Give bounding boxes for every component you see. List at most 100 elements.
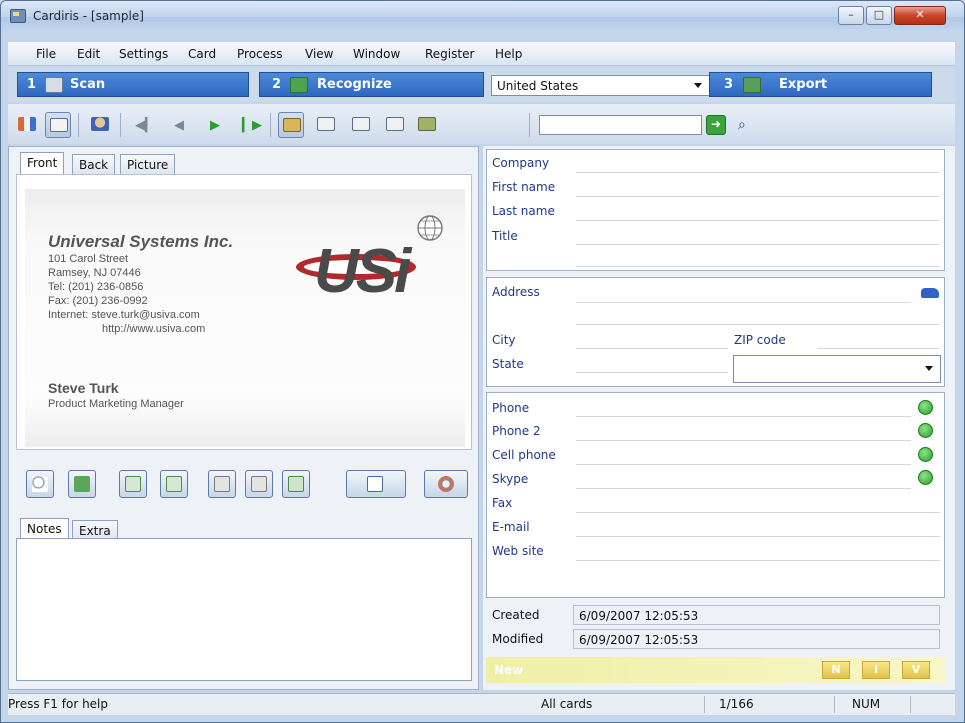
phone-field[interactable] — [576, 416, 911, 417]
first-card-button[interactable]: ◀▎ — [128, 112, 155, 138]
view-mode-2-button[interactable] — [348, 112, 374, 138]
tab-notes[interactable]: Notes — [20, 518, 69, 540]
i-button[interactable]: I — [862, 661, 890, 679]
menu-view[interactable]: View — [305, 47, 333, 61]
transfer-button[interactable] — [346, 470, 406, 498]
country-select[interactable]: United States — [491, 75, 710, 96]
maximize-button[interactable]: □ — [866, 6, 892, 25]
notes-field[interactable] — [16, 538, 472, 681]
address-field[interactable] — [576, 302, 911, 303]
menu-window[interactable]: Window — [353, 47, 400, 61]
close-button[interactable]: ✕ — [894, 6, 946, 25]
go-button[interactable]: ➜ — [706, 115, 726, 135]
state-field[interactable] — [576, 372, 728, 373]
find-button[interactable]: ⌕ — [734, 114, 760, 140]
tab-front[interactable]: Front — [20, 152, 65, 174]
menu-register[interactable]: Register — [425, 47, 474, 61]
address-field-2[interactable] — [576, 324, 940, 325]
contact-button[interactable] — [87, 112, 113, 138]
next-card-button[interactable]: ▶ — [201, 112, 227, 138]
view-mode-1-button[interactable] — [313, 112, 339, 138]
fit-icon — [166, 476, 182, 492]
last-card-button[interactable]: ▎▶ — [236, 112, 262, 138]
person-delete-icon — [438, 476, 454, 492]
fax-field[interactable] — [576, 512, 940, 513]
menu-settings[interactable]: Settings — [119, 47, 168, 61]
tab-extra[interactable]: Extra — [72, 520, 118, 540]
title-bar: Cardiris - [sample] – □ ✕ — [1, 1, 964, 33]
cell-phone-field[interactable] — [576, 464, 911, 465]
delete-button[interactable] — [424, 470, 468, 498]
map-button[interactable] — [414, 112, 440, 138]
rotate-left-button[interactable] — [208, 470, 236, 498]
step-bar: 1 Scan 2 Recognize United States 3 Expor… — [8, 68, 955, 102]
first-name-field[interactable] — [576, 196, 940, 197]
card-job-title: Product Marketing Manager — [48, 398, 184, 410]
recognize-card-button[interactable] — [68, 470, 96, 498]
chevron-down-icon — [925, 366, 933, 371]
recognize-step-button[interactable]: 2 Recognize — [259, 72, 484, 97]
step-number: 3 — [724, 77, 734, 92]
tab-picture[interactable]: Picture — [120, 154, 176, 174]
minimize-button[interactable]: – — [838, 6, 864, 25]
card-person-name: Steve Turk — [48, 380, 119, 396]
menu-edit[interactable]: Edit — [77, 47, 100, 61]
person-icon — [91, 117, 109, 131]
website-field[interactable] — [576, 560, 940, 561]
phone-icon[interactable] — [918, 400, 933, 415]
app-icon — [10, 9, 26, 23]
phone-label: Phone — [492, 401, 530, 415]
phone-icon[interactable] — [918, 470, 933, 485]
scan-step-button[interactable]: 1 Scan — [17, 72, 249, 97]
city-field[interactable] — [576, 348, 728, 349]
export-icon — [743, 77, 761, 93]
menu-help[interactable]: Help — [495, 47, 522, 61]
puzzle-icon — [74, 476, 90, 492]
last-icon: ▎▶ — [242, 118, 262, 133]
card-address-line: Ramsey, NJ 07446 — [48, 267, 141, 279]
chevron-down-icon — [694, 83, 702, 88]
last-name-field[interactable] — [576, 220, 940, 221]
rotate-button[interactable] — [119, 470, 147, 498]
zoom-button[interactable] — [26, 470, 54, 498]
tab-back[interactable]: Back — [72, 154, 116, 174]
email-field[interactable] — [576, 536, 940, 537]
n-button[interactable]: N — [822, 661, 850, 679]
num-lock-indicator: NUM — [852, 697, 881, 711]
skype-field[interactable] — [576, 488, 911, 489]
created-label: Created — [492, 608, 540, 622]
layout-view-button[interactable] — [14, 112, 40, 138]
card-address-line: 101 Carol Street — [48, 253, 129, 265]
menu-file[interactable]: File — [36, 47, 56, 61]
toolbar-separator — [78, 113, 79, 137]
card-fax-line: Fax: (201) 236-0992 — [48, 295, 148, 307]
menu-bar: File Edit Settings Card Process View Win… — [8, 42, 955, 66]
menu-process[interactable]: Process — [237, 47, 283, 61]
menu-card[interactable]: Card — [188, 47, 216, 61]
car-icon[interactable] — [921, 288, 939, 298]
all-cards-button[interactable] — [278, 112, 304, 138]
company-field[interactable] — [576, 172, 940, 173]
previous-card-button[interactable]: ◀ — [165, 112, 191, 138]
modified-value: 6/09/2007 12:05:53 — [573, 629, 940, 649]
search-input[interactable] — [539, 115, 702, 135]
zip-field[interactable] — [818, 348, 940, 349]
fit-width-button[interactable] — [160, 470, 188, 498]
card-view-button[interactable] — [45, 112, 71, 138]
title-field[interactable] — [576, 244, 940, 245]
title-field-2[interactable] — [576, 266, 940, 267]
cell-phone-label: Cell phone — [492, 448, 556, 462]
v-button[interactable]: V — [902, 661, 930, 679]
phone-icon[interactable] — [918, 423, 933, 438]
country-dropdown[interactable] — [733, 355, 941, 383]
phone-icon[interactable] — [918, 447, 933, 462]
export-step-button[interactable]: 3 Export — [709, 72, 932, 97]
phone2-field[interactable] — [576, 440, 911, 441]
last-name-label: Last name — [492, 204, 555, 218]
scanner-icon — [45, 77, 63, 93]
view-mode-3-button[interactable] — [382, 112, 408, 138]
skype-label: Skype — [492, 472, 529, 486]
rotate-right-button[interactable] — [245, 470, 273, 498]
flip-button[interactable] — [282, 470, 310, 498]
card-icon — [317, 117, 335, 131]
